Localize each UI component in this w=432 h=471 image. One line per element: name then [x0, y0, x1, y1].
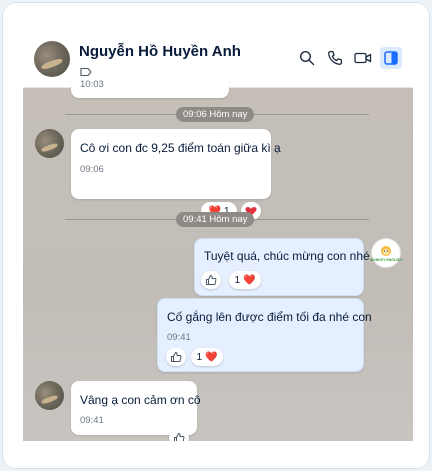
message-text: Tuyệt quá, chúc mừng con nhé: [204, 249, 370, 263]
header-actions: [296, 47, 402, 69]
reaction-count[interactable]: 1 ❤️: [229, 271, 261, 289]
reaction-count-value: 1: [196, 351, 203, 363]
message-text: Vâng ạ con cảm ơn cô: [80, 393, 201, 407]
chat-window: Nguyễn Hồ Huyền Anh 10:03 09:06 Hôm nay …: [23, 27, 413, 441]
like-button[interactable]: [166, 348, 186, 366]
conversation-card: Nguyễn Hồ Huyền Anh 10:03 09:06 Hôm nay …: [2, 2, 430, 469]
like-button[interactable]: [169, 429, 189, 441]
sidebar-toggle-icon[interactable]: [380, 47, 402, 69]
date-divider-label: 09:06 Hôm nay: [176, 107, 255, 122]
message-time: 10:03: [80, 79, 104, 90]
phone-icon[interactable]: [324, 47, 346, 69]
thumbs-up-icon: [171, 352, 182, 362]
sender-avatar[interactable]: [35, 129, 64, 158]
message-bubble-own[interactable]: Cố gắng lên được điểm tối đa nhé con 09:…: [157, 298, 372, 372]
heart-icon: ❤️: [243, 274, 256, 286]
message-bubble[interactable]: Vâng ạ con cảm ơn cô 09:41: [71, 381, 201, 435]
message-text: Cô ơi con đc 9,25 điểm toán giữa kì ạ: [80, 141, 281, 155]
reaction-count[interactable]: 1 ❤️: [191, 348, 223, 366]
message-text: Cố gắng lên được điểm tối đa nhé con: [167, 310, 372, 324]
message-list[interactable]: 10:03 09:06 Hôm nay Cô ơi con đc 9,25 đi…: [23, 76, 413, 441]
thumbs-up-icon: [206, 275, 217, 285]
message-bubble[interactable]: Cô ơi con đc 9,25 điểm toán giữa kì ạ 09…: [71, 129, 281, 199]
message-time: 09:41: [80, 415, 104, 426]
message-time: 09:41: [167, 332, 191, 343]
message-time: 09:06: [80, 164, 104, 175]
date-divider-label: 09:41 Hôm nay: [176, 212, 255, 227]
self-avatar-label: MONKEY ENGLISH: [370, 257, 402, 262]
like-button[interactable]: [201, 271, 221, 289]
search-icon[interactable]: [296, 47, 318, 69]
heart-icon: ❤️: [205, 351, 218, 363]
reaction-count-value: 1: [234, 274, 241, 286]
sender-avatar[interactable]: [35, 381, 64, 410]
message-bubble-partial[interactable]: 10:03: [71, 76, 229, 98]
video-call-icon[interactable]: [352, 47, 374, 69]
monkey-logo-icon: [381, 245, 391, 256]
message-bubble-own[interactable]: Tuyệt quá, chúc mừng con nhé 1 ❤️: [194, 238, 370, 296]
thumbs-up-icon: [174, 433, 185, 441]
contact-avatar[interactable]: [34, 41, 70, 77]
self-avatar[interactable]: MONKEY ENGLISH: [370, 238, 402, 268]
contact-name[interactable]: Nguyễn Hồ Huyền Anh: [79, 43, 241, 60]
